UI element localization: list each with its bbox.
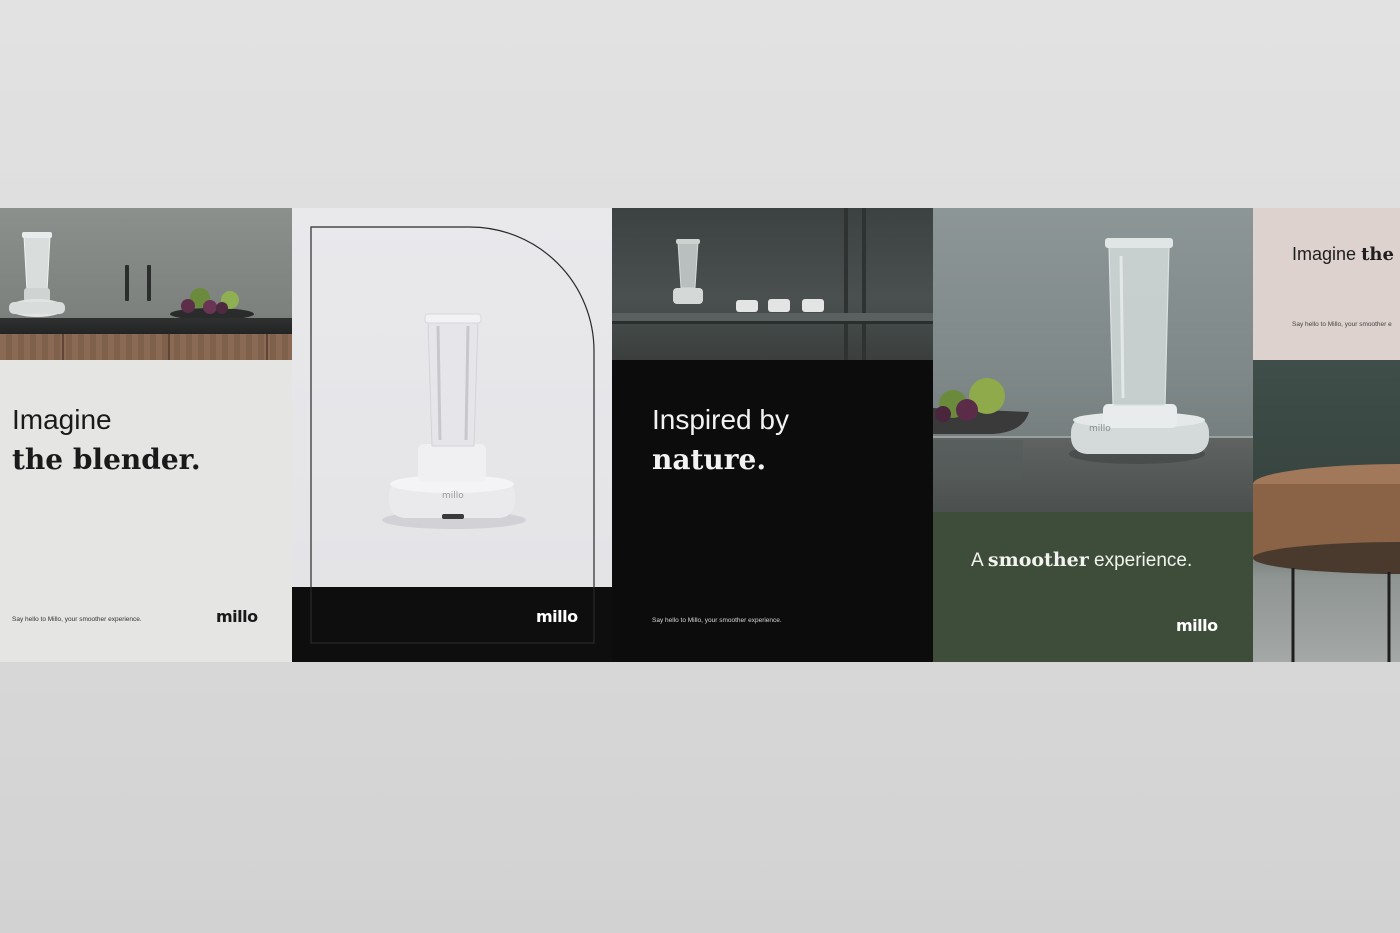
poster-headline: A smoother experience. bbox=[971, 548, 1192, 573]
poster-smoother-experience: millo A smoother experience. millo bbox=[933, 208, 1253, 662]
poster-imagine-the-blender: Imagine the blender. Say hello to Millo,… bbox=[0, 208, 292, 662]
poster-headline: Imagine the blender. bbox=[12, 400, 201, 480]
headline-bold: the blender. bbox=[12, 443, 201, 476]
tagline: Say hello to Millo, your smoother e bbox=[1292, 321, 1392, 328]
headline-bold: the bbox=[1361, 244, 1394, 265]
headline-light: Inspired by bbox=[652, 404, 789, 435]
cabinet-seam bbox=[266, 334, 268, 360]
wooden-cabinet bbox=[0, 334, 292, 360]
poster-strip: Imagine the blender. Say hello to Millo,… bbox=[0, 208, 1400, 662]
countertop bbox=[0, 318, 292, 334]
headline-light: Imagine bbox=[1292, 244, 1357, 264]
blender-arch-illustration bbox=[310, 226, 595, 644]
headline-light: Imagine bbox=[12, 404, 112, 435]
millo-logo: millo bbox=[216, 607, 258, 626]
shelf-illustration bbox=[612, 208, 933, 360]
millo-logo: millo bbox=[536, 607, 578, 626]
blender-fruit-illustration bbox=[933, 238, 1209, 480]
millo-logo: millo bbox=[1176, 616, 1218, 635]
headline-bold: nature. bbox=[652, 443, 767, 476]
headline-pre: A bbox=[971, 550, 983, 571]
poster-imagine-the-cropped: Imagine the Say hello to Millo, your smo… bbox=[1253, 208, 1400, 662]
product-logo: millo bbox=[442, 491, 464, 501]
poster-inspired-by-nature: Inspired by nature. Say hello to Millo, … bbox=[612, 208, 933, 662]
poster-headline: Inspired by nature. bbox=[652, 400, 789, 480]
product-logo: millo bbox=[1089, 424, 1111, 434]
tagline: Say hello to Millo, your smoother experi… bbox=[12, 616, 142, 623]
cabinet-seam bbox=[168, 334, 170, 360]
headline-post: experience. bbox=[1094, 550, 1193, 571]
side-table-illustration bbox=[1253, 464, 1400, 662]
headline-bold: smoother bbox=[987, 549, 1089, 571]
shelf-photo bbox=[612, 208, 933, 360]
poster-headline: Imagine the bbox=[1292, 244, 1394, 265]
poster-product-arch: millo millo bbox=[292, 208, 612, 662]
tagline: Say hello to Millo, your smoother experi… bbox=[652, 617, 782, 624]
cabinet-seam bbox=[62, 334, 64, 360]
